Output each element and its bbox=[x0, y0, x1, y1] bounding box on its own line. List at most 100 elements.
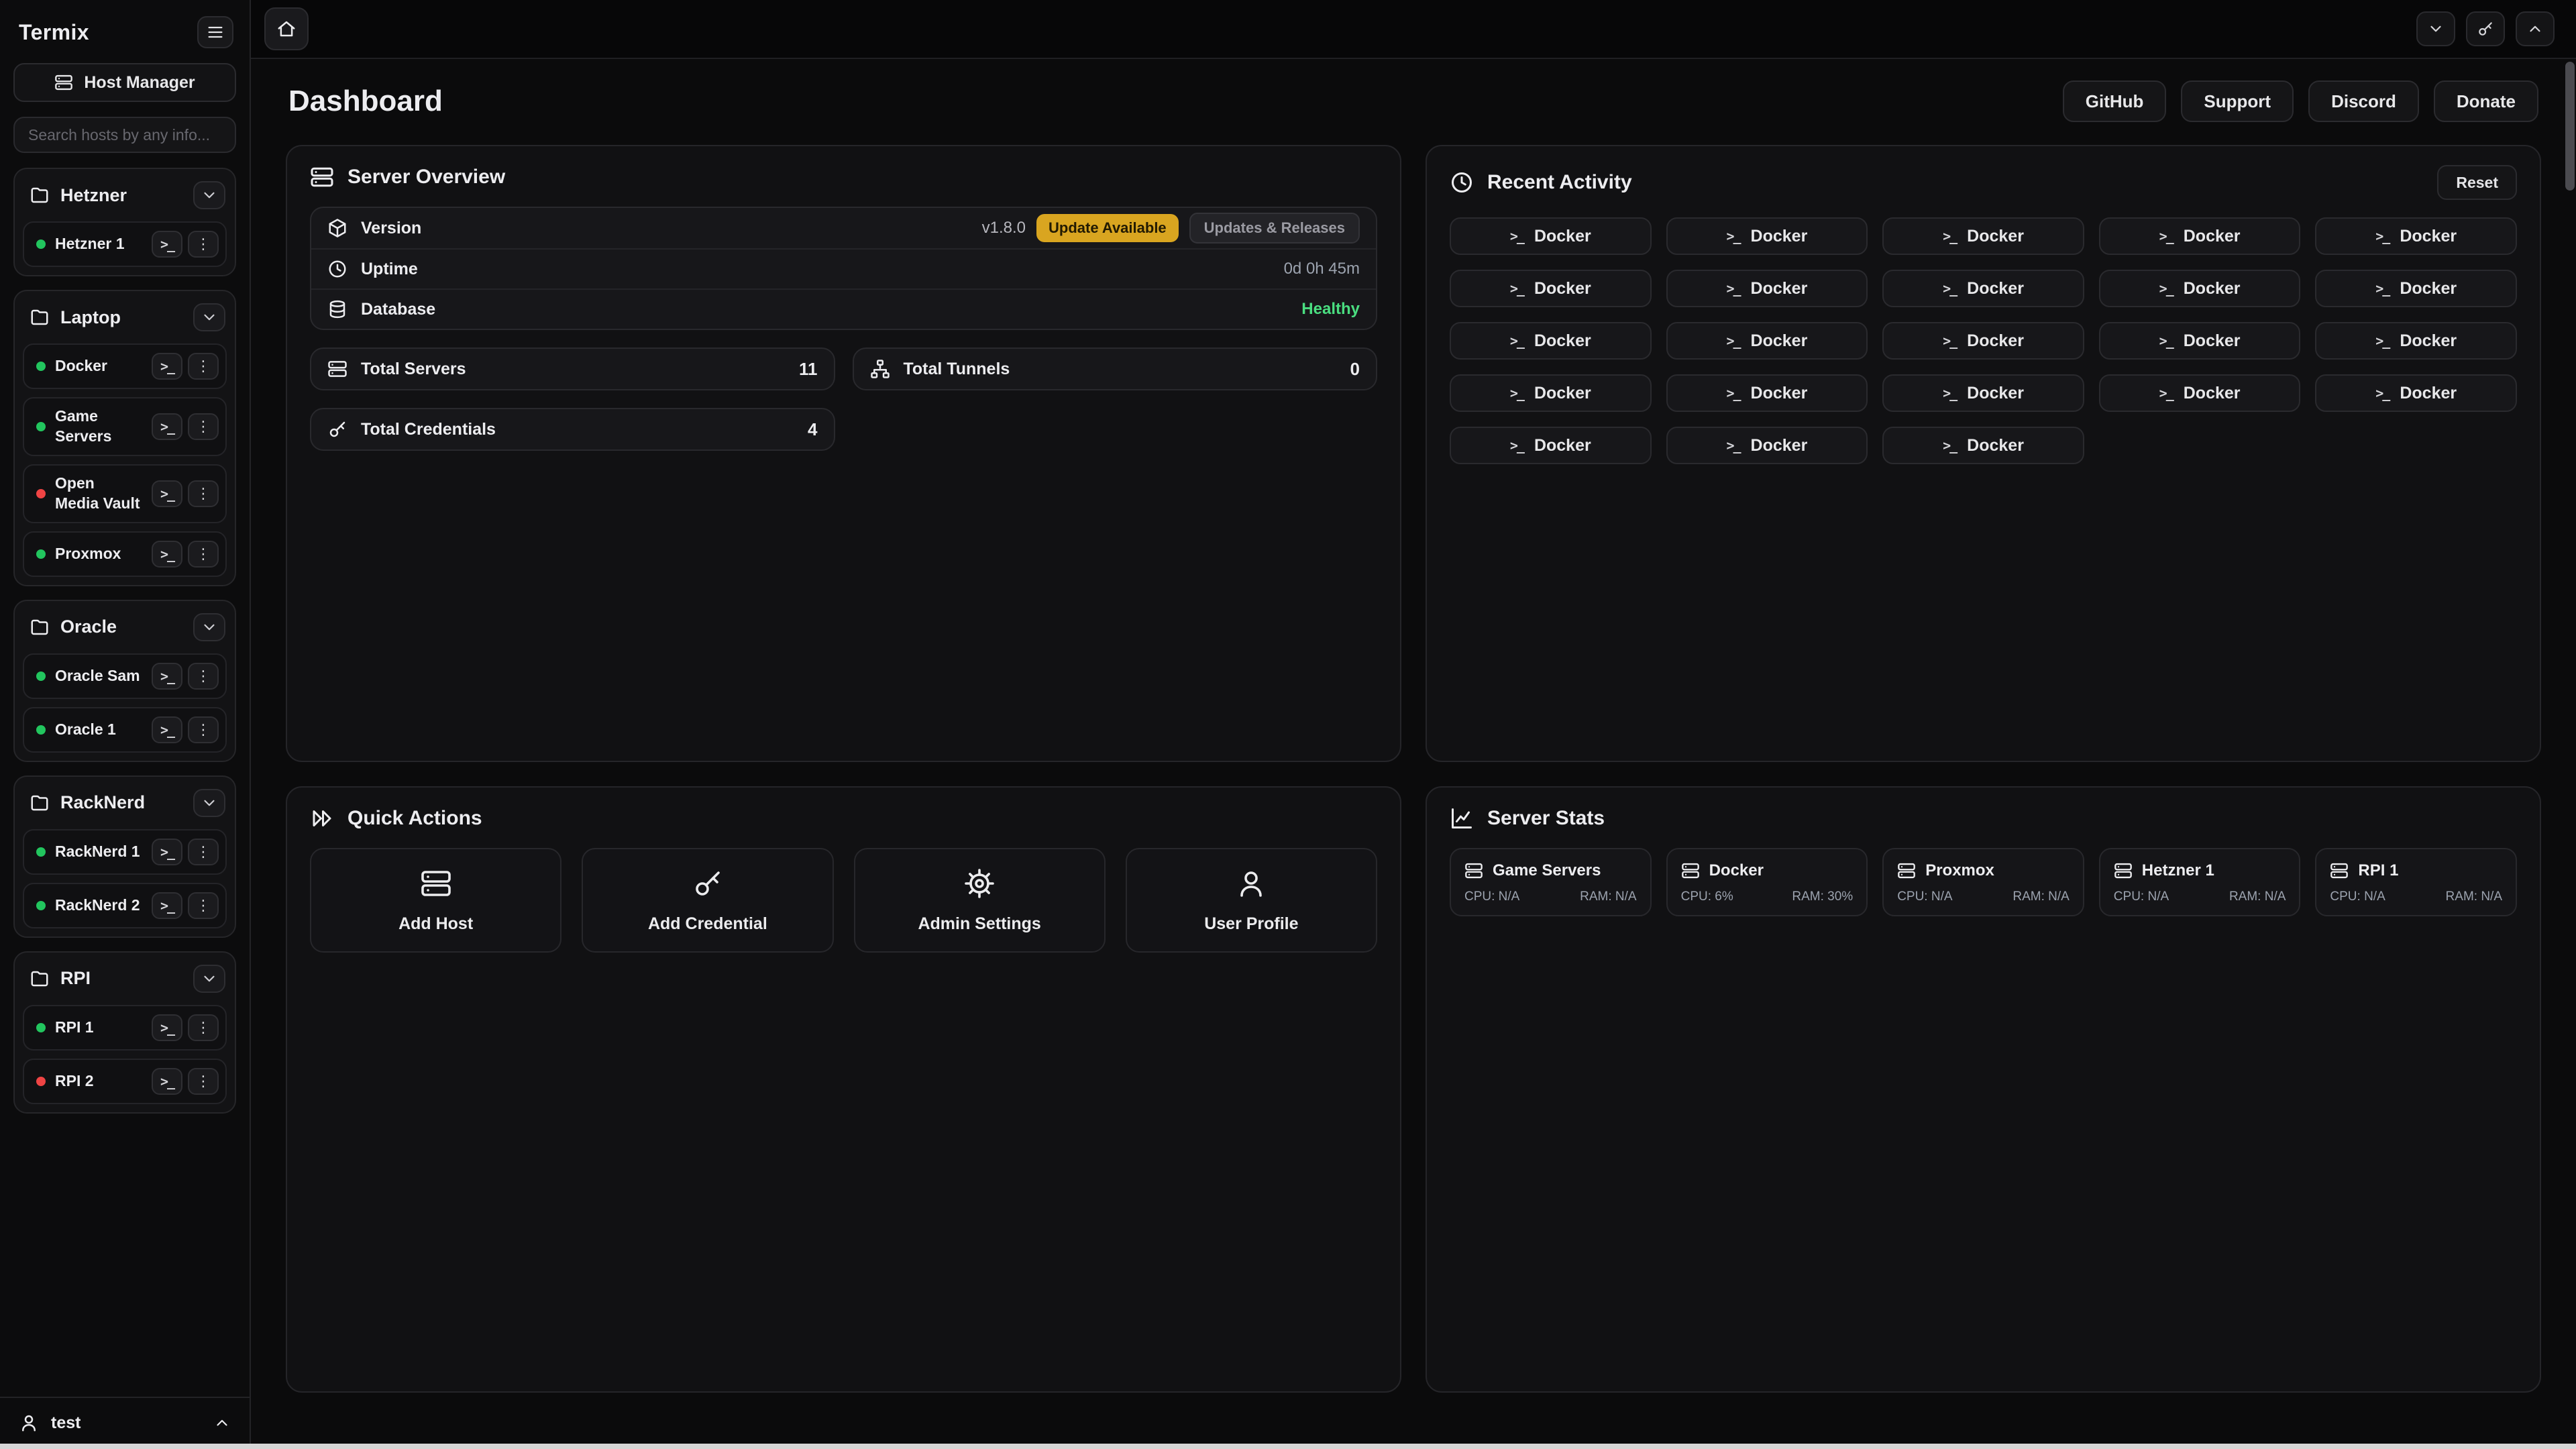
tabbar-expand-button[interactable] bbox=[2516, 11, 2555, 46]
recent-activity-item[interactable]: >_ Docker bbox=[2099, 217, 2301, 255]
recent-activity-item[interactable]: >_ Docker bbox=[1450, 374, 1652, 412]
host-item[interactable]: Game Servers >_ ⋮ bbox=[23, 397, 227, 456]
host-item[interactable]: Docker >_ ⋮ bbox=[23, 343, 227, 389]
open-terminal-button[interactable]: >_ bbox=[152, 716, 182, 743]
host-menu-button[interactable]: ⋮ bbox=[188, 892, 219, 919]
host-item[interactable]: Open Media Vault >_ ⋮ bbox=[23, 464, 227, 523]
chevron-down-icon bbox=[201, 794, 218, 812]
recent-activity-item[interactable]: >_ Docker bbox=[1666, 217, 1868, 255]
host-menu-button[interactable]: ⋮ bbox=[188, 716, 219, 743]
host-item[interactable]: Proxmox >_ ⋮ bbox=[23, 531, 227, 577]
terminal-icon: >_ bbox=[1510, 437, 1523, 453]
scrollbar-thumb[interactable] bbox=[2565, 62, 2575, 191]
host-menu-button[interactable]: ⋮ bbox=[188, 1014, 219, 1041]
recent-activity-item[interactable]: >_ Docker bbox=[2315, 322, 2517, 360]
host-label: RPI 1 bbox=[55, 1018, 142, 1038]
host-manager-button[interactable]: Host Manager bbox=[13, 63, 236, 102]
group-collapse-button[interactable] bbox=[193, 181, 225, 209]
open-terminal-button[interactable]: >_ bbox=[152, 1014, 182, 1041]
recent-activity-item[interactable]: >_ Docker bbox=[1666, 322, 1868, 360]
recent-activity-item[interactable]: >_ Docker bbox=[1666, 374, 1868, 412]
open-terminal-button[interactable]: >_ bbox=[152, 892, 182, 919]
header-action-button[interactable]: Discord bbox=[2308, 80, 2419, 122]
recent-activity-item[interactable]: >_ Docker bbox=[1666, 427, 1868, 464]
username: test bbox=[51, 1413, 201, 1433]
open-terminal-button[interactable]: >_ bbox=[152, 663, 182, 690]
terminal-icon: >_ bbox=[2159, 228, 2173, 244]
recent-activity-item[interactable]: >_ Docker bbox=[1450, 270, 1652, 307]
admin-settings-button[interactable]: Admin Settings bbox=[854, 848, 1106, 953]
host-menu-button[interactable]: ⋮ bbox=[188, 541, 219, 568]
group-header[interactable]: RackNerd bbox=[23, 785, 227, 821]
recent-activity-item[interactable]: >_ Docker bbox=[1450, 217, 1652, 255]
host-item[interactable]: Oracle Sam >_ ⋮ bbox=[23, 653, 227, 699]
recent-activity-item[interactable]: >_ Docker bbox=[1450, 322, 1652, 360]
reset-button[interactable]: Reset bbox=[2437, 165, 2517, 200]
host-item[interactable]: RPI 1 >_ ⋮ bbox=[23, 1005, 227, 1051]
total-tunnels-value: 0 bbox=[1350, 359, 1360, 380]
terminal-icon: >_ bbox=[160, 1020, 174, 1036]
header-action-button[interactable]: Donate bbox=[2434, 80, 2538, 122]
host-menu-button[interactable]: ⋮ bbox=[188, 353, 219, 380]
recent-activity-label: Docker bbox=[2184, 384, 2241, 403]
open-terminal-button[interactable]: >_ bbox=[152, 231, 182, 258]
open-terminal-button[interactable]: >_ bbox=[152, 413, 182, 440]
kebab-menu-icon: ⋮ bbox=[196, 669, 211, 684]
recent-activity-item[interactable]: >_ Docker bbox=[1882, 427, 2084, 464]
tabbar-collapse-button[interactable] bbox=[2416, 11, 2455, 46]
host-menu-button[interactable]: ⋮ bbox=[188, 413, 219, 440]
host-menu-button[interactable]: ⋮ bbox=[188, 1068, 219, 1095]
host-item[interactable]: Oracle 1 >_ ⋮ bbox=[23, 707, 227, 753]
recent-activity-item[interactable]: >_ Docker bbox=[1882, 270, 2084, 307]
open-terminal-button[interactable]: >_ bbox=[152, 541, 182, 568]
recent-activity-item[interactable]: >_ Docker bbox=[2099, 322, 2301, 360]
group-collapse-button[interactable] bbox=[193, 789, 225, 817]
recent-activity-item[interactable]: >_ Docker bbox=[2099, 270, 2301, 307]
recent-activity-item[interactable]: >_ Docker bbox=[2315, 270, 2517, 307]
group-header[interactable]: Oracle bbox=[23, 609, 227, 645]
host-menu-button[interactable]: ⋮ bbox=[188, 663, 219, 690]
recent-activity-item[interactable]: >_ Docker bbox=[2099, 374, 2301, 412]
sidebar-menu-button[interactable] bbox=[197, 16, 233, 48]
ssh-keys-button[interactable] bbox=[2466, 11, 2505, 46]
header-action-button[interactable]: GitHub bbox=[2063, 80, 2167, 122]
recent-activity-item[interactable]: >_ Docker bbox=[2315, 374, 2517, 412]
host-label: RackNerd 2 bbox=[55, 896, 142, 916]
status-dot bbox=[36, 549, 46, 559]
recent-activity-item[interactable]: >_ Docker bbox=[1882, 217, 2084, 255]
group-collapse-button[interactable] bbox=[193, 965, 225, 993]
add-credential-button[interactable]: Add Credential bbox=[582, 848, 833, 953]
updates-releases-button[interactable]: Updates & Releases bbox=[1189, 213, 1360, 244]
host-menu-button[interactable]: ⋮ bbox=[188, 231, 219, 258]
server-icon bbox=[1897, 861, 1916, 880]
open-terminal-button[interactable]: >_ bbox=[152, 353, 182, 380]
home-tab[interactable] bbox=[264, 7, 309, 50]
host-item[interactable]: RackNerd 1 >_ ⋮ bbox=[23, 829, 227, 875]
user-profile-button[interactable]: User Profile bbox=[1126, 848, 1377, 953]
group-collapse-button[interactable] bbox=[193, 613, 225, 641]
recent-activity-item[interactable]: >_ Docker bbox=[1882, 374, 2084, 412]
database-row: Database Healthy bbox=[311, 288, 1376, 329]
chevron-up-icon[interactable] bbox=[213, 1414, 231, 1432]
host-menu-button[interactable]: ⋮ bbox=[188, 480, 219, 507]
group-header[interactable]: Laptop bbox=[23, 299, 227, 335]
recent-activity-item[interactable]: >_ Docker bbox=[2315, 217, 2517, 255]
group-header[interactable]: Hetzner bbox=[23, 177, 227, 213]
host-menu-button[interactable]: ⋮ bbox=[188, 839, 219, 865]
user-footer[interactable]: test bbox=[0, 1397, 250, 1449]
recent-activity-item[interactable]: >_ Docker bbox=[1666, 270, 1868, 307]
header-action-button[interactable]: Support bbox=[2181, 80, 2294, 122]
group-header[interactable]: RPI bbox=[23, 961, 227, 997]
open-terminal-button[interactable]: >_ bbox=[152, 1068, 182, 1095]
open-terminal-button[interactable]: >_ bbox=[152, 839, 182, 865]
recent-activity-item[interactable]: >_ Docker bbox=[1450, 427, 1652, 464]
add-host-button[interactable]: Add Host bbox=[310, 848, 561, 953]
host-search-input[interactable] bbox=[13, 117, 236, 153]
group-collapse-button[interactable] bbox=[193, 303, 225, 331]
recent-activity-item[interactable]: >_ Docker bbox=[1882, 322, 2084, 360]
open-terminal-button[interactable]: >_ bbox=[152, 480, 182, 507]
host-item[interactable]: RPI 2 >_ ⋮ bbox=[23, 1059, 227, 1104]
chevron-down-icon bbox=[201, 619, 218, 636]
host-item[interactable]: RackNerd 2 >_ ⋮ bbox=[23, 883, 227, 928]
host-item[interactable]: Hetzner 1 >_ ⋮ bbox=[23, 221, 227, 267]
